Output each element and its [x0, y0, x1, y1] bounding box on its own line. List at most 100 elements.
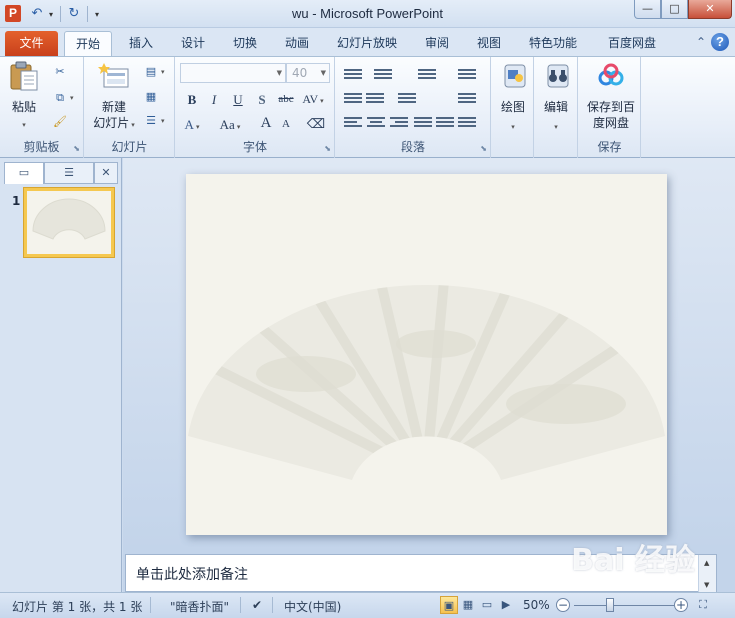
- chevron-down-icon: ▼: [276, 69, 282, 77]
- align-text-icon[interactable]: [458, 91, 476, 105]
- zoom-out-icon[interactable]: −: [556, 598, 570, 612]
- reading-view-icon[interactable]: ▭: [478, 596, 496, 614]
- maximize-button[interactable]: □: [661, 0, 688, 19]
- new-slide-button[interactable]: 新建 幻灯片 ▾: [91, 61, 137, 133]
- help-icon[interactable]: ?: [711, 33, 729, 51]
- distributed-icon[interactable]: [436, 115, 454, 129]
- tab-transitions[interactable]: 切换: [226, 31, 264, 56]
- shrink-font-button[interactable]: A: [276, 118, 296, 130]
- slides-label: 幻灯片: [111, 140, 148, 154]
- clear-formatting-icon[interactable]: ⌫: [306, 116, 326, 132]
- slide-canvas[interactable]: [186, 174, 667, 535]
- new-slide-label-line1: 新建: [101, 100, 126, 114]
- font-color-button[interactable]: A ▾: [182, 117, 202, 133]
- editing-button[interactable]: 编辑 ▾: [539, 61, 573, 135]
- change-case-button[interactable]: Aa ▾: [216, 117, 244, 133]
- paste-icon: [10, 61, 38, 91]
- notes-scrollbar[interactable]: ▲ ▼: [698, 555, 716, 593]
- bullets-icon[interactable]: [344, 67, 362, 81]
- align-left-icon[interactable]: [344, 115, 362, 129]
- paste-button[interactable]: 粘贴 ▾: [6, 61, 42, 133]
- justify-icon[interactable]: [414, 115, 432, 129]
- save-to-baidu-button[interactable]: 保存到百 度网盘: [583, 61, 639, 131]
- save-label-line2: 度网盘: [592, 116, 629, 130]
- editing-label: 编辑: [543, 100, 568, 114]
- align-right-icon[interactable]: [390, 115, 408, 129]
- tab-file[interactable]: 文件: [5, 31, 58, 56]
- close-panel-icon[interactable]: ✕: [94, 162, 118, 184]
- zoom-level-text[interactable]: 50%: [523, 598, 550, 612]
- tab-design[interactable]: 设计: [174, 31, 212, 56]
- format-painter-button[interactable]: 🖌: [52, 115, 68, 129]
- slideshow-view-icon[interactable]: ▶: [497, 596, 515, 614]
- scroll-up-icon[interactable]: ▲: [704, 559, 709, 567]
- paste-dropdown-icon[interactable]: ▾: [6, 117, 42, 133]
- tab-slides-thumbnails[interactable]: ▭: [4, 162, 44, 184]
- copy-icon: ⧉: [56, 91, 64, 104]
- line-spacing-icon[interactable]: [418, 67, 436, 81]
- scroll-down-icon[interactable]: ▼: [704, 581, 709, 589]
- spellcheck-icon[interactable]: ✔: [252, 598, 262, 612]
- format-painter-icon: 🖌: [53, 115, 67, 128]
- cut-button[interactable]: ✂: [52, 65, 68, 79]
- numbering-icon[interactable]: [374, 67, 392, 81]
- zoom-slider-track[interactable]: [574, 605, 674, 606]
- tab-home[interactable]: 开始: [64, 31, 112, 56]
- strikethrough-button[interactable]: abc: [274, 93, 298, 105]
- columns-icon[interactable]: [398, 91, 416, 105]
- save-label-line1: 保存到百: [586, 100, 635, 114]
- window-title: wu - Microsoft PowerPoint: [292, 6, 443, 21]
- font-size-select[interactable]: 40 ▼: [286, 63, 330, 83]
- normal-view-icon[interactable]: ▣: [440, 596, 458, 614]
- minimize-ribbon-icon[interactable]: ⌃: [696, 35, 706, 49]
- language-text[interactable]: 中文(中国): [284, 598, 341, 615]
- tab-outline[interactable]: ☰: [44, 162, 94, 184]
- drawing-button[interactable]: 绘图 ▾: [496, 61, 530, 135]
- tab-review[interactable]: 审阅: [418, 31, 456, 56]
- section-button[interactable]: ☰ ▾: [143, 114, 164, 128]
- slide-thumbnail[interactable]: [24, 188, 114, 257]
- new-slide-label-line2: 幻灯片 ▾: [93, 116, 135, 130]
- layout-button[interactable]: ▤ ▾: [143, 65, 165, 79]
- paragraph-group: 段落 ⬊: [336, 57, 491, 158]
- clipboard-launcher-icon[interactable]: ⬊: [73, 144, 80, 153]
- copy-button[interactable]: ⧉ ▾: [52, 91, 73, 105]
- zoom-in-icon[interactable]: +: [674, 598, 688, 612]
- tab-animations[interactable]: 动画: [278, 31, 316, 56]
- minimize-button[interactable]: —: [634, 0, 661, 19]
- clipboard-label: 剪贴板: [23, 140, 60, 154]
- layout-icon: ▤: [145, 65, 157, 78]
- tab-slideshow[interactable]: 幻灯片放映: [332, 31, 402, 56]
- close-button[interactable]: ✕: [688, 0, 732, 19]
- chevron-down-icon: ▼: [320, 69, 326, 77]
- align-center-icon[interactable]: [367, 115, 385, 129]
- character-spacing-button[interactable]: AV ▾: [300, 92, 326, 107]
- tab-special-features[interactable]: 特色功能: [522, 31, 584, 56]
- tab-insert[interactable]: 插入: [122, 31, 160, 56]
- fit-to-window-icon[interactable]: ⛶: [694, 596, 712, 614]
- smartart-icon[interactable]: [458, 115, 476, 129]
- clipboard-group: 粘贴 ▾ ✂ ⧉ ▾ 🖌 剪贴板 ⬊: [0, 57, 84, 158]
- font-launcher-icon[interactable]: ⬊: [324, 144, 331, 153]
- reset-icon: ▦: [145, 90, 157, 103]
- tab-view[interactable]: 视图: [470, 31, 508, 56]
- increase-indent-icon[interactable]: [366, 91, 384, 105]
- section-icon: ☰: [146, 114, 156, 127]
- tab-baidu-netdisk[interactable]: 百度网盘: [600, 31, 664, 56]
- zoom-slider-thumb[interactable]: [606, 598, 614, 612]
- font-name-select[interactable]: ▼: [180, 63, 286, 83]
- italic-button[interactable]: I: [204, 92, 224, 108]
- shadow-button[interactable]: S: [252, 92, 272, 108]
- text-direction-icon[interactable]: [458, 67, 476, 81]
- reset-button[interactable]: ▦: [143, 90, 159, 104]
- underline-button[interactable]: U: [228, 92, 248, 108]
- paragraph-launcher-icon[interactable]: ⬊: [480, 144, 487, 153]
- shapes-icon: [504, 64, 526, 88]
- theme-name-text[interactable]: "暗香扑面": [170, 598, 229, 615]
- grow-font-button[interactable]: A: [256, 115, 276, 132]
- slide-sorter-view-icon[interactable]: ▦: [459, 596, 477, 614]
- paragraph-label: 段落: [400, 140, 425, 154]
- status-bar: 幻灯片 第 1 张，共 1 张 "暗香扑面" ✔ 中文(中国) ▣ ▦ ▭ ▶ …: [0, 592, 735, 618]
- decrease-indent-icon[interactable]: [344, 91, 362, 105]
- bold-button[interactable]: B: [182, 92, 202, 108]
